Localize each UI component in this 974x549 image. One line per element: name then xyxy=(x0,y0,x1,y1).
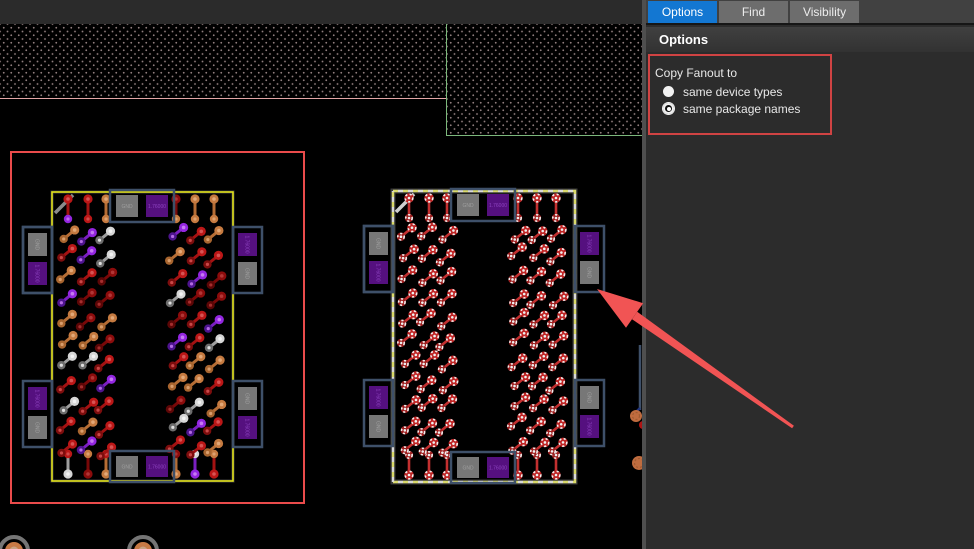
svg-text:GND: GND xyxy=(586,267,592,279)
svg-text:1.76000: 1.76000 xyxy=(244,418,250,436)
mounting-hole xyxy=(0,537,28,549)
tab-options[interactable]: Options xyxy=(648,1,717,23)
radio-row-1[interactable]: same package names xyxy=(663,102,800,115)
radio-selected[interactable] xyxy=(663,103,674,114)
svg-text:GND: GND xyxy=(375,238,381,250)
panel-tabs: OptionsFindVisibility xyxy=(646,0,974,25)
svg-text:1.76000: 1.76000 xyxy=(148,465,166,471)
radio-label[interactable]: same device types xyxy=(683,85,782,99)
copy-fanout-label: Copy Fanout to xyxy=(655,66,800,80)
options-panel: OptionsFindVisibility Options Copy Fanou… xyxy=(646,0,974,549)
decoupling-cap-group: GND 1.76000 xyxy=(233,381,262,447)
decoupling-cap-group: 1.76000 GND xyxy=(23,381,52,447)
copy-fanout-options: same device types same package names xyxy=(655,85,800,115)
svg-text:GND: GND xyxy=(462,466,474,472)
svg-text:GND: GND xyxy=(244,393,250,405)
mounting-hole xyxy=(129,537,157,549)
decoupling-cap-group: 1.76000 GND xyxy=(364,380,393,446)
radio-row-0[interactable]: same device types xyxy=(663,85,800,98)
svg-text:GND: GND xyxy=(244,268,250,280)
tab-visibility[interactable]: Visibility xyxy=(790,1,859,23)
radio-label[interactable]: same package names xyxy=(683,102,800,116)
svg-text:1.76000: 1.76000 xyxy=(375,263,381,281)
component-bga-right[interactable] xyxy=(393,191,575,482)
decoupling-cap-group: GND 1.76000 xyxy=(451,452,515,483)
svg-text:GND: GND xyxy=(121,465,133,471)
panel-title: Options xyxy=(659,32,708,47)
svg-text:GND: GND xyxy=(586,392,592,404)
svg-text:1.76000: 1.76000 xyxy=(586,234,592,252)
decoupling-cap-group: GND 1.76000 xyxy=(110,451,174,482)
svg-text:1.76000: 1.76000 xyxy=(489,203,507,209)
svg-text:1.76000: 1.76000 xyxy=(244,235,250,253)
svg-text:1.76000: 1.76000 xyxy=(375,388,381,406)
decoupling-cap-group: 1.76000 GND xyxy=(233,227,262,293)
svg-text:GND: GND xyxy=(34,239,40,251)
radio-unselected[interactable] xyxy=(663,86,674,97)
svg-text:1.76000: 1.76000 xyxy=(489,466,507,472)
pcb-artwork: GND1.76000GND1.760001.76000GND1.76000GND… xyxy=(0,0,643,549)
svg-text:1.76000: 1.76000 xyxy=(148,204,166,210)
app-window: GND1.76000GND1.760001.76000GND1.76000GND… xyxy=(0,0,974,549)
svg-text:GND: GND xyxy=(34,422,40,434)
decoupling-cap-group: GND 1.76000 xyxy=(451,189,515,221)
decoupling-cap-group: 1.76000 GND xyxy=(575,226,604,292)
svg-text:1.76000: 1.76000 xyxy=(34,389,40,407)
decoupling-cap-group: GND 1.76000 xyxy=(23,227,52,293)
decoupling-cap-group: GND 1.76000 xyxy=(110,190,174,222)
copy-fanout-group: Copy Fanout to same device types same pac… xyxy=(655,66,800,119)
tab-find[interactable]: Find xyxy=(719,1,788,23)
decoupling-cap-group: GND 1.76000 xyxy=(575,380,604,446)
pcb-canvas[interactable]: GND1.76000GND1.760001.76000GND1.76000GND… xyxy=(0,0,643,549)
panel-body: Copy Fanout to same device types same pac… xyxy=(646,52,974,549)
svg-text:1.76000: 1.76000 xyxy=(586,417,592,435)
svg-text:1.76000: 1.76000 xyxy=(34,264,40,282)
panel-header: Options xyxy=(646,27,974,53)
svg-text:GND: GND xyxy=(375,421,381,433)
svg-text:GND: GND xyxy=(121,204,133,210)
decoupling-cap-group: GND 1.76000 xyxy=(364,226,393,292)
svg-text:GND: GND xyxy=(462,203,474,209)
